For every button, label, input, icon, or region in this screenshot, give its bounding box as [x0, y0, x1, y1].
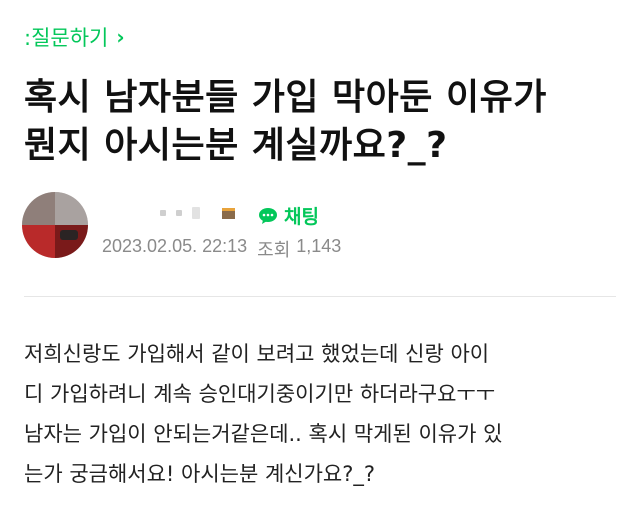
chat-button[interactable]: 채팅 [258, 202, 319, 229]
chevron-right-icon: › [116, 25, 125, 49]
views-label: 조회 [257, 240, 291, 260]
author-name-blurred[interactable] [160, 206, 218, 220]
chat-label: 채팅 [284, 206, 319, 228]
post-title-line: 뭔지 아시는분 계실까요?_? [24, 125, 448, 166]
divider [24, 296, 616, 297]
post-body-line: 저희신랑도 가입해서 같이 보려고 했었는데 신랑 아이 [24, 342, 490, 366]
category-link[interactable]: :질문하기 › [24, 22, 125, 52]
level-badge-icon [222, 208, 235, 219]
post-body-line: 는가 궁금해서요! 아시는분 계신가요?_? [24, 462, 376, 486]
category-label: :질문하기 [24, 26, 109, 50]
post-title: 혹시 남자분들 가입 막아둔 이유가 뭔지 아시는분 계실까요?_? [24, 74, 624, 170]
post-body: 저희신랑도 가입해서 같이 보려고 했었는데 신랑 아이 디 가입하려니 계속 … [24, 334, 624, 494]
post-date: 2023.02.05. 22:13 [102, 236, 248, 256]
post-body-line: 남자는 가입이 안되는거같은데.. 혹시 막게된 이유가 있 [24, 422, 503, 446]
post-title-line: 혹시 남자분들 가입 막아둔 이유가 [24, 77, 547, 118]
post-meta: 2023.02.05. 22:13 조회 1,143 [102, 236, 341, 262]
post-body-line: 디 가입하려니 계속 승인대기중이기만 하더라구요ㅜㅜ [24, 382, 496, 406]
avatar[interactable] [22, 192, 88, 258]
views-count: 1,143 [296, 236, 342, 256]
chat-bubble-icon [259, 207, 277, 224]
